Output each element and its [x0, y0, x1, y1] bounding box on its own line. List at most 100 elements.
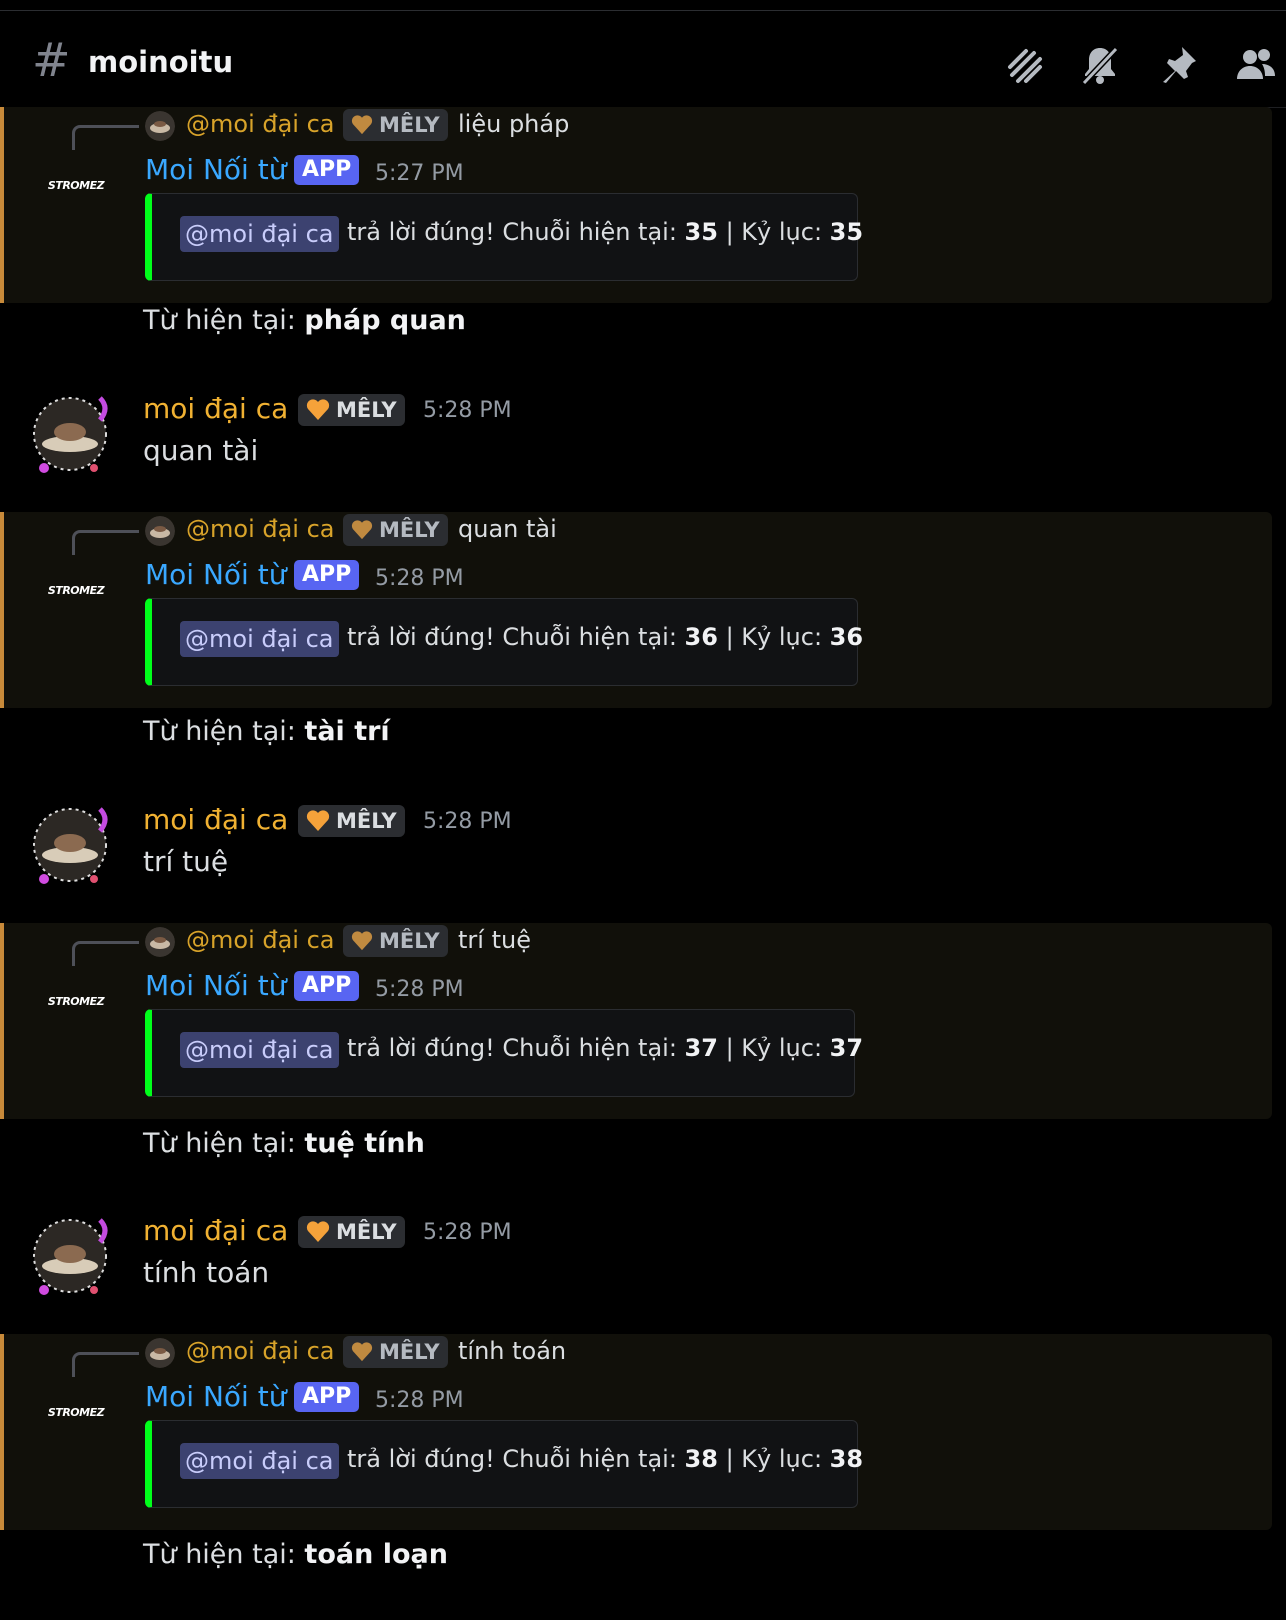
current-word: tài trí: [304, 716, 390, 747]
reply-connector: [72, 125, 139, 150]
timestamp: 5:28 PM: [423, 1220, 512, 1245]
current-word-line: Từ hiện tại: tài trí: [143, 716, 390, 747]
bot-avatar[interactable]: STROMEZ: [44, 584, 108, 598]
current-word: pháp quan: [304, 305, 466, 336]
message-text: tính toán: [143, 1256, 270, 1289]
bot-name[interactable]: Moi Nối từ: [145, 1380, 286, 1413]
user-mention[interactable]: @moi đại ca: [180, 1032, 339, 1068]
role-badge: MÊLY: [343, 514, 448, 546]
role-badge: MÊLY: [343, 925, 448, 957]
streak-value: 37: [684, 1034, 718, 1062]
heart-icon: [351, 931, 373, 951]
app-tag: APP: [294, 971, 360, 1001]
reply-preview[interactable]: liệu pháp: [458, 110, 569, 138]
embed: @moi đại ca trả lời đúng! Chuỗi hiện tại…: [145, 1420, 863, 1508]
user-message: moi đại ca MÊLY 5:28 PM tính toán: [0, 1214, 1272, 1334]
user-avatar[interactable]: [30, 392, 114, 476]
user-name[interactable]: moi đại ca: [143, 803, 288, 836]
reply-author[interactable]: @moi đại ca: [186, 515, 335, 543]
record-value: 35: [829, 218, 864, 246]
reply-connector: [72, 530, 139, 555]
heart-icon: [351, 115, 373, 135]
reply-avatar[interactable]: [145, 111, 175, 141]
reply-avatar[interactable]: [145, 516, 175, 546]
threads-icon[interactable]: [1002, 43, 1046, 87]
role-badge: MÊLY: [343, 1336, 448, 1368]
reply-author[interactable]: @moi đại ca: [186, 110, 335, 138]
timestamp: 5:28 PM: [375, 977, 464, 1002]
bot-message: @moi đại ca MÊLY quan tài STROMEZ Moi Nố…: [0, 512, 1272, 708]
user-mention[interactable]: @moi đại ca: [180, 621, 339, 657]
user-message: moi đại ca MÊLY 5:28 PM quan tài: [0, 392, 1272, 512]
user-avatar[interactable]: [30, 1214, 114, 1298]
reply-avatar[interactable]: [145, 927, 175, 957]
channel-header: # moinoitu: [0, 11, 1286, 108]
heart-icon: [306, 1221, 330, 1242]
timestamp: 5:27 PM: [375, 161, 464, 186]
window-top-edge: [0, 0, 1286, 11]
reply-author[interactable]: @moi đại ca: [186, 1337, 335, 1365]
reply-preview[interactable]: trí tuệ: [458, 926, 531, 954]
app-tag: APP: [294, 155, 360, 185]
embed-text: trả lời đúng! Chuỗi hiện tại: 35 | Kỷ lụ…: [347, 218, 864, 246]
pin-icon[interactable]: [1156, 43, 1200, 87]
current-word: toán loạn: [304, 1539, 448, 1570]
record-value: 38: [829, 1445, 864, 1473]
channel-name: moinoitu: [88, 45, 234, 79]
message-text: trí tuệ: [143, 845, 229, 878]
message-text: quan tài: [143, 434, 259, 467]
user-name[interactable]: moi đại ca: [143, 1214, 288, 1247]
members-icon[interactable]: [1234, 43, 1278, 87]
streak-value: 35: [684, 218, 718, 246]
heart-icon: [306, 399, 330, 420]
bot-message: @moi đại ca MÊLY tính toán STROMEZ Moi N…: [0, 1334, 1272, 1530]
mute-bell-icon[interactable]: [1078, 43, 1122, 87]
timestamp: 5:28 PM: [423, 398, 512, 423]
text-channel-hash-icon: #: [32, 33, 71, 87]
timestamp: 5:28 PM: [375, 566, 464, 591]
current-word: tuệ tính: [304, 1128, 425, 1159]
user-avatar[interactable]: [30, 803, 114, 887]
heart-icon: [351, 520, 373, 540]
bot-message: @moi đại ca MÊLY trí tuệ STROMEZ Moi Nối…: [0, 923, 1272, 1119]
bot-avatar[interactable]: STROMEZ: [44, 1406, 108, 1420]
bot-name[interactable]: Moi Nối từ: [145, 969, 286, 1002]
reply-preview[interactable]: tính toán: [458, 1337, 566, 1365]
bot-avatar[interactable]: STROMEZ: [44, 995, 108, 1009]
streak-value: 38: [684, 1445, 718, 1473]
role-badge: MÊLY: [298, 1216, 405, 1248]
current-word-line: Từ hiện tại: toán loạn: [143, 1539, 448, 1570]
embed-text: trả lời đúng! Chuỗi hiện tại: 36 | Kỷ lụ…: [347, 623, 864, 651]
embed-text: trả lời đúng! Chuỗi hiện tại: 38 | Kỷ lụ…: [347, 1445, 864, 1473]
bot-name[interactable]: Moi Nối từ: [145, 558, 286, 591]
role-badge: MÊLY: [298, 394, 405, 426]
streak-value: 36: [684, 623, 718, 651]
reply-author[interactable]: @moi đại ca: [186, 926, 335, 954]
record-value: 37: [829, 1034, 864, 1062]
app-tag: APP: [294, 560, 360, 590]
record-value: 36: [829, 623, 864, 651]
user-mention[interactable]: @moi đại ca: [180, 1443, 339, 1479]
app-tag: APP: [294, 1382, 360, 1412]
timestamp: 5:28 PM: [375, 1388, 464, 1413]
user-name[interactable]: moi đại ca: [143, 392, 288, 425]
embed: @moi đại ca trả lời đúng! Chuỗi hiện tại…: [145, 1009, 863, 1097]
role-badge: MÊLY: [343, 109, 448, 141]
reply-connector: [72, 941, 139, 966]
current-word-line: Từ hiện tại: pháp quan: [143, 305, 466, 336]
embed: @moi đại ca trả lời đúng! Chuỗi hiện tại…: [145, 598, 863, 686]
role-badge: MÊLY: [298, 805, 405, 837]
heart-icon: [306, 810, 330, 831]
bot-name[interactable]: Moi Nối từ: [145, 153, 286, 186]
current-word-line: Từ hiện tại: tuệ tính: [143, 1128, 425, 1159]
reply-preview[interactable]: quan tài: [458, 515, 557, 543]
timestamp: 5:28 PM: [423, 809, 512, 834]
bot-message: @moi đại ca MÊLY liệu pháp STROMEZ Moi N…: [0, 107, 1272, 303]
reply-avatar[interactable]: [145, 1338, 175, 1368]
embed-text: trả lời đúng! Chuỗi hiện tại: 37 | Kỷ lụ…: [347, 1034, 864, 1062]
bot-avatar[interactable]: STROMEZ: [44, 179, 108, 193]
user-mention[interactable]: @moi đại ca: [180, 216, 339, 252]
embed: @moi đại ca trả lời đúng! Chuỗi hiện tại…: [145, 193, 863, 281]
user-message: moi đại ca MÊLY 5:28 PM trí tuệ: [0, 803, 1272, 923]
reply-connector: [72, 1352, 139, 1377]
